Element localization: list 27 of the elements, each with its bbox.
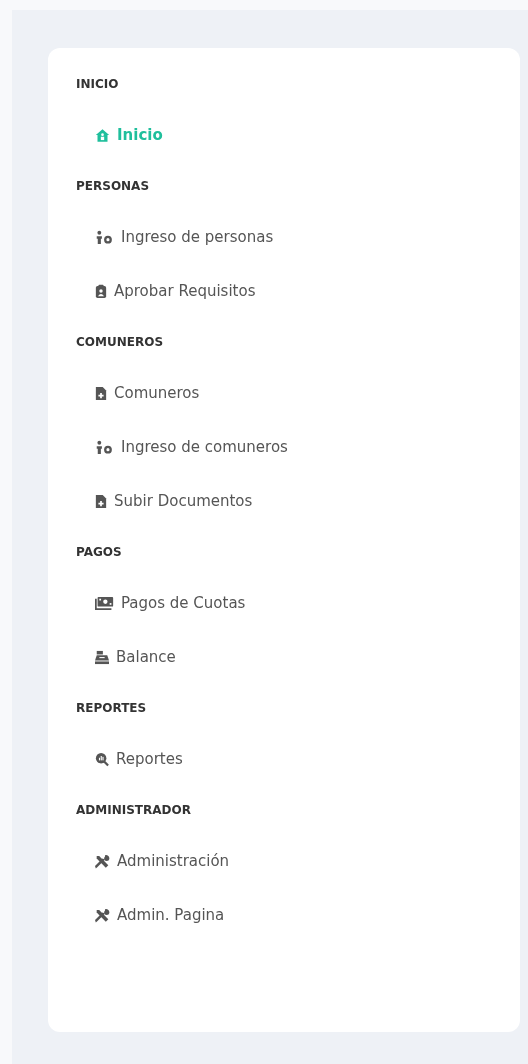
- section-heading: ADMINISTRADOR: [76, 802, 191, 819]
- search-icon: [95, 751, 109, 767]
- person-icon: [95, 439, 114, 455]
- section-heading: COMUNEROS: [76, 334, 164, 351]
- nav-item[interactable]: Pagos de Cuotas: [95, 591, 246, 615]
- section-heading: REPORTES: [76, 700, 147, 717]
- nav-item[interactable]: Administración: [95, 849, 230, 873]
- tools-icon: [95, 853, 110, 869]
- nav-item[interactable]: Ingreso de comuneros: [95, 435, 288, 459]
- nav-item[interactable]: Ingreso de personas: [95, 225, 274, 249]
- nav-item[interactable]: Balance: [95, 645, 176, 669]
- section-heading: INICIO: [76, 76, 119, 93]
- section-heading: PERSONAS: [76, 178, 150, 195]
- banknote-icon: [95, 595, 114, 611]
- nav-item[interactable]: Subir Documentos: [95, 489, 253, 513]
- nav-item[interactable]: Admin. Pagina: [95, 903, 225, 927]
- home-icon: [95, 127, 110, 143]
- tools-icon: [95, 907, 110, 923]
- file-icon: [95, 493, 107, 509]
- cash-register-icon: [95, 649, 109, 665]
- person-icon: [95, 229, 114, 245]
- section-heading: PAGOS: [76, 544, 122, 561]
- nav-item[interactable]: Aprobar Requisitos: [95, 279, 256, 303]
- nav-item[interactable]: Reportes: [95, 747, 183, 771]
- nav-item[interactable]: Comuneros: [95, 381, 200, 405]
- file-icon: [95, 385, 107, 401]
- clipboard-icon: [95, 283, 107, 299]
